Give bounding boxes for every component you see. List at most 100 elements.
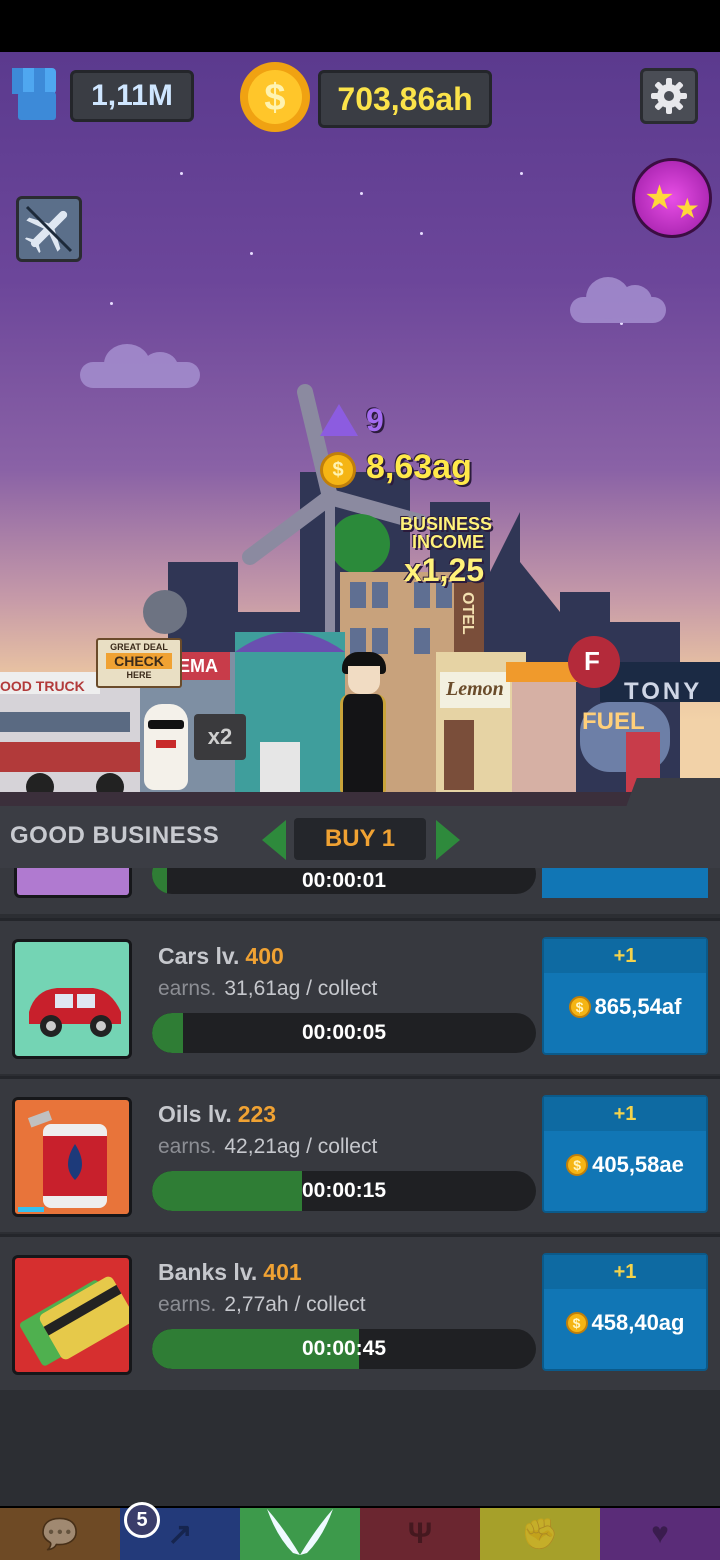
collect-progress-bar[interactable]: 00:00:15	[152, 1171, 536, 1211]
upgrade-buy-button[interactable]: +1 $458,40ag	[542, 1253, 708, 1371]
partial-row-buy-button[interactable]	[542, 868, 708, 898]
power-counter: 1,11M	[70, 70, 194, 122]
business-level: 223	[237, 1101, 277, 1127]
sign-line-2: CHECK	[106, 653, 172, 669]
business-row[interactable]: Oils lv. 223 earns. 42,21ag / collect 00:0…	[0, 1076, 720, 1232]
businessman-character[interactable]	[340, 652, 386, 792]
level-mini-progress	[18, 1207, 44, 1212]
buy-price: $865,54af	[544, 985, 706, 1029]
star-icon: ★	[644, 179, 675, 217]
buy-mode-next-button[interactable]	[436, 820, 460, 860]
business-name-label: Cars lv.	[158, 943, 240, 969]
fuel-badge-f: F	[584, 646, 600, 676]
earn-label: earns.	[158, 1135, 217, 1158]
earn-value: 31,61ag / collect	[224, 977, 378, 1000]
business-earnings: earns. 42,21ag / collect	[158, 1135, 377, 1159]
business-name-label: Banks lv.	[158, 1259, 258, 1285]
multiplier-label-2: INCOME	[412, 532, 484, 552]
nav-tab[interactable]: ♥	[600, 1508, 720, 1560]
lemon-sign: Lemon	[446, 678, 504, 700]
heart-icon: ♥	[651, 1517, 669, 1550]
business-row[interactable]: Banks lv. 401 earns. 2,77ah / collect 00:0…	[0, 1234, 720, 1390]
partial-row-icon	[14, 868, 132, 898]
fist-icon[interactable]	[8, 62, 64, 124]
upgrade-buy-button[interactable]: +1 $865,54af	[542, 937, 708, 1055]
earn-label: earns.	[158, 977, 217, 1000]
oil-can-icon[interactable]	[12, 1097, 132, 1217]
notification-badge: 5	[124, 1502, 160, 1538]
price-value: 865,54af	[594, 994, 682, 1019]
earn-value: 42,21ag / collect	[224, 1135, 378, 1158]
gear-icon	[651, 78, 687, 114]
business-level: 401	[263, 1259, 302, 1285]
business-level: 400	[245, 943, 284, 969]
collect-progress-bar[interactable]: 00:00:45	[152, 1329, 536, 1369]
bowtie	[156, 740, 176, 748]
tony-sign: TONY	[624, 678, 703, 705]
coin-icon: $	[565, 1312, 588, 1334]
face	[348, 666, 380, 694]
money-card-icon[interactable]	[12, 1255, 132, 1375]
city-scene[interactable]: OOD TRUCK EMA OTEL Lemon FUEL TONY F GRE…	[0, 52, 720, 812]
price-value: 405,58ae	[592, 1152, 684, 1177]
hotel-sign: OTEL	[459, 592, 476, 635]
illuminati-count: 9	[366, 402, 384, 438]
coin-icon: $	[566, 1154, 589, 1176]
nav-tab[interactable]: 💬	[0, 1508, 120, 1560]
cat-character[interactable]	[144, 704, 188, 790]
price-value: 458,40ag	[591, 1310, 685, 1335]
bottom-nav: 💬 ↗ 5 Ψ ✊ ♥	[0, 1502, 720, 1560]
panel-title: GOOD BUSINESS	[10, 822, 220, 849]
svg-text:$: $	[264, 77, 285, 119]
status-bar	[0, 0, 720, 52]
buy-increment: +1	[544, 939, 706, 973]
earn-value: 2,77ah / collect	[224, 1293, 366, 1316]
buy-mode-selector[interactable]: BUY 1	[294, 818, 426, 860]
buy-mode-prev-button[interactable]	[262, 820, 286, 860]
angel-wings-icon	[263, 1507, 337, 1560]
upgrade-buy-button[interactable]: +1 $405,58ae	[542, 1095, 708, 1213]
star-icon: ★	[674, 193, 700, 224]
buy-increment: +1	[544, 1255, 706, 1289]
airplane-icon	[24, 205, 73, 254]
collect-progress-bar[interactable]: 00:00:05	[152, 1013, 536, 1053]
trident-icon: Ψ	[407, 1517, 433, 1550]
fist-icon: ✊	[521, 1517, 559, 1551]
multiplier-value: x1,25	[404, 552, 485, 588]
coin-icon: $	[238, 60, 312, 134]
settings-button[interactable]	[640, 68, 698, 124]
car-icon[interactable]	[12, 939, 132, 1059]
partial-row-progress: 00:00:01	[152, 868, 536, 894]
nav-tab[interactable]: ↗ 5	[120, 1502, 240, 1560]
trend-arrow-icon: ↗	[167, 1517, 193, 1551]
illuminati-icon	[320, 404, 358, 436]
cinema-sign: EMA	[178, 656, 218, 676]
buy-price: $405,58ae	[544, 1143, 706, 1187]
nav-tab[interactable]	[240, 1508, 360, 1560]
nav-tab[interactable]: ✊	[480, 1508, 600, 1560]
sign-line-3: HERE	[126, 670, 152, 680]
stars-bonus-button[interactable]: ★ ★	[632, 158, 712, 238]
nav-tab[interactable]: Ψ	[360, 1508, 480, 1560]
business-name: Banks lv. 401	[158, 1259, 302, 1286]
business-earnings: earns. 2,77ah / collect	[158, 1293, 366, 1317]
coins-counter: 703,86ah	[318, 70, 492, 128]
business-name-label: Oils lv.	[158, 1101, 232, 1127]
business-name: Oils lv. 223	[158, 1101, 276, 1128]
coin-icon: $	[568, 996, 591, 1018]
business-name: Cars lv. 400	[158, 943, 284, 970]
food-truck-sign: OOD TRUCK	[0, 678, 85, 694]
earn-label: earns.	[158, 1293, 217, 1316]
airplane-button[interactable]	[16, 196, 82, 262]
fuel-sign: FUEL	[582, 708, 645, 735]
collect-timer: 00:00:45	[301, 1337, 387, 1360]
collect-timer: 00:00:05	[301, 1021, 387, 1044]
partial-business-row[interactable]: 00:00:01	[0, 868, 720, 914]
partial-row-timer: 00:00:01	[301, 869, 387, 892]
game-screen: OOD TRUCK EMA OTEL Lemon FUEL TONY F GRE…	[0, 0, 720, 1560]
great-deal-sign[interactable]: GREAT DEAL CHECK HERE	[96, 638, 182, 688]
x2-booster-cart[interactable]: x2	[194, 714, 246, 760]
business-row[interactable]: Cars lv. 400 earns. 31,61ag / collect 00:0…	[0, 918, 720, 1074]
buy-increment: +1	[544, 1097, 706, 1131]
income-value: 8,63ag	[366, 448, 472, 486]
